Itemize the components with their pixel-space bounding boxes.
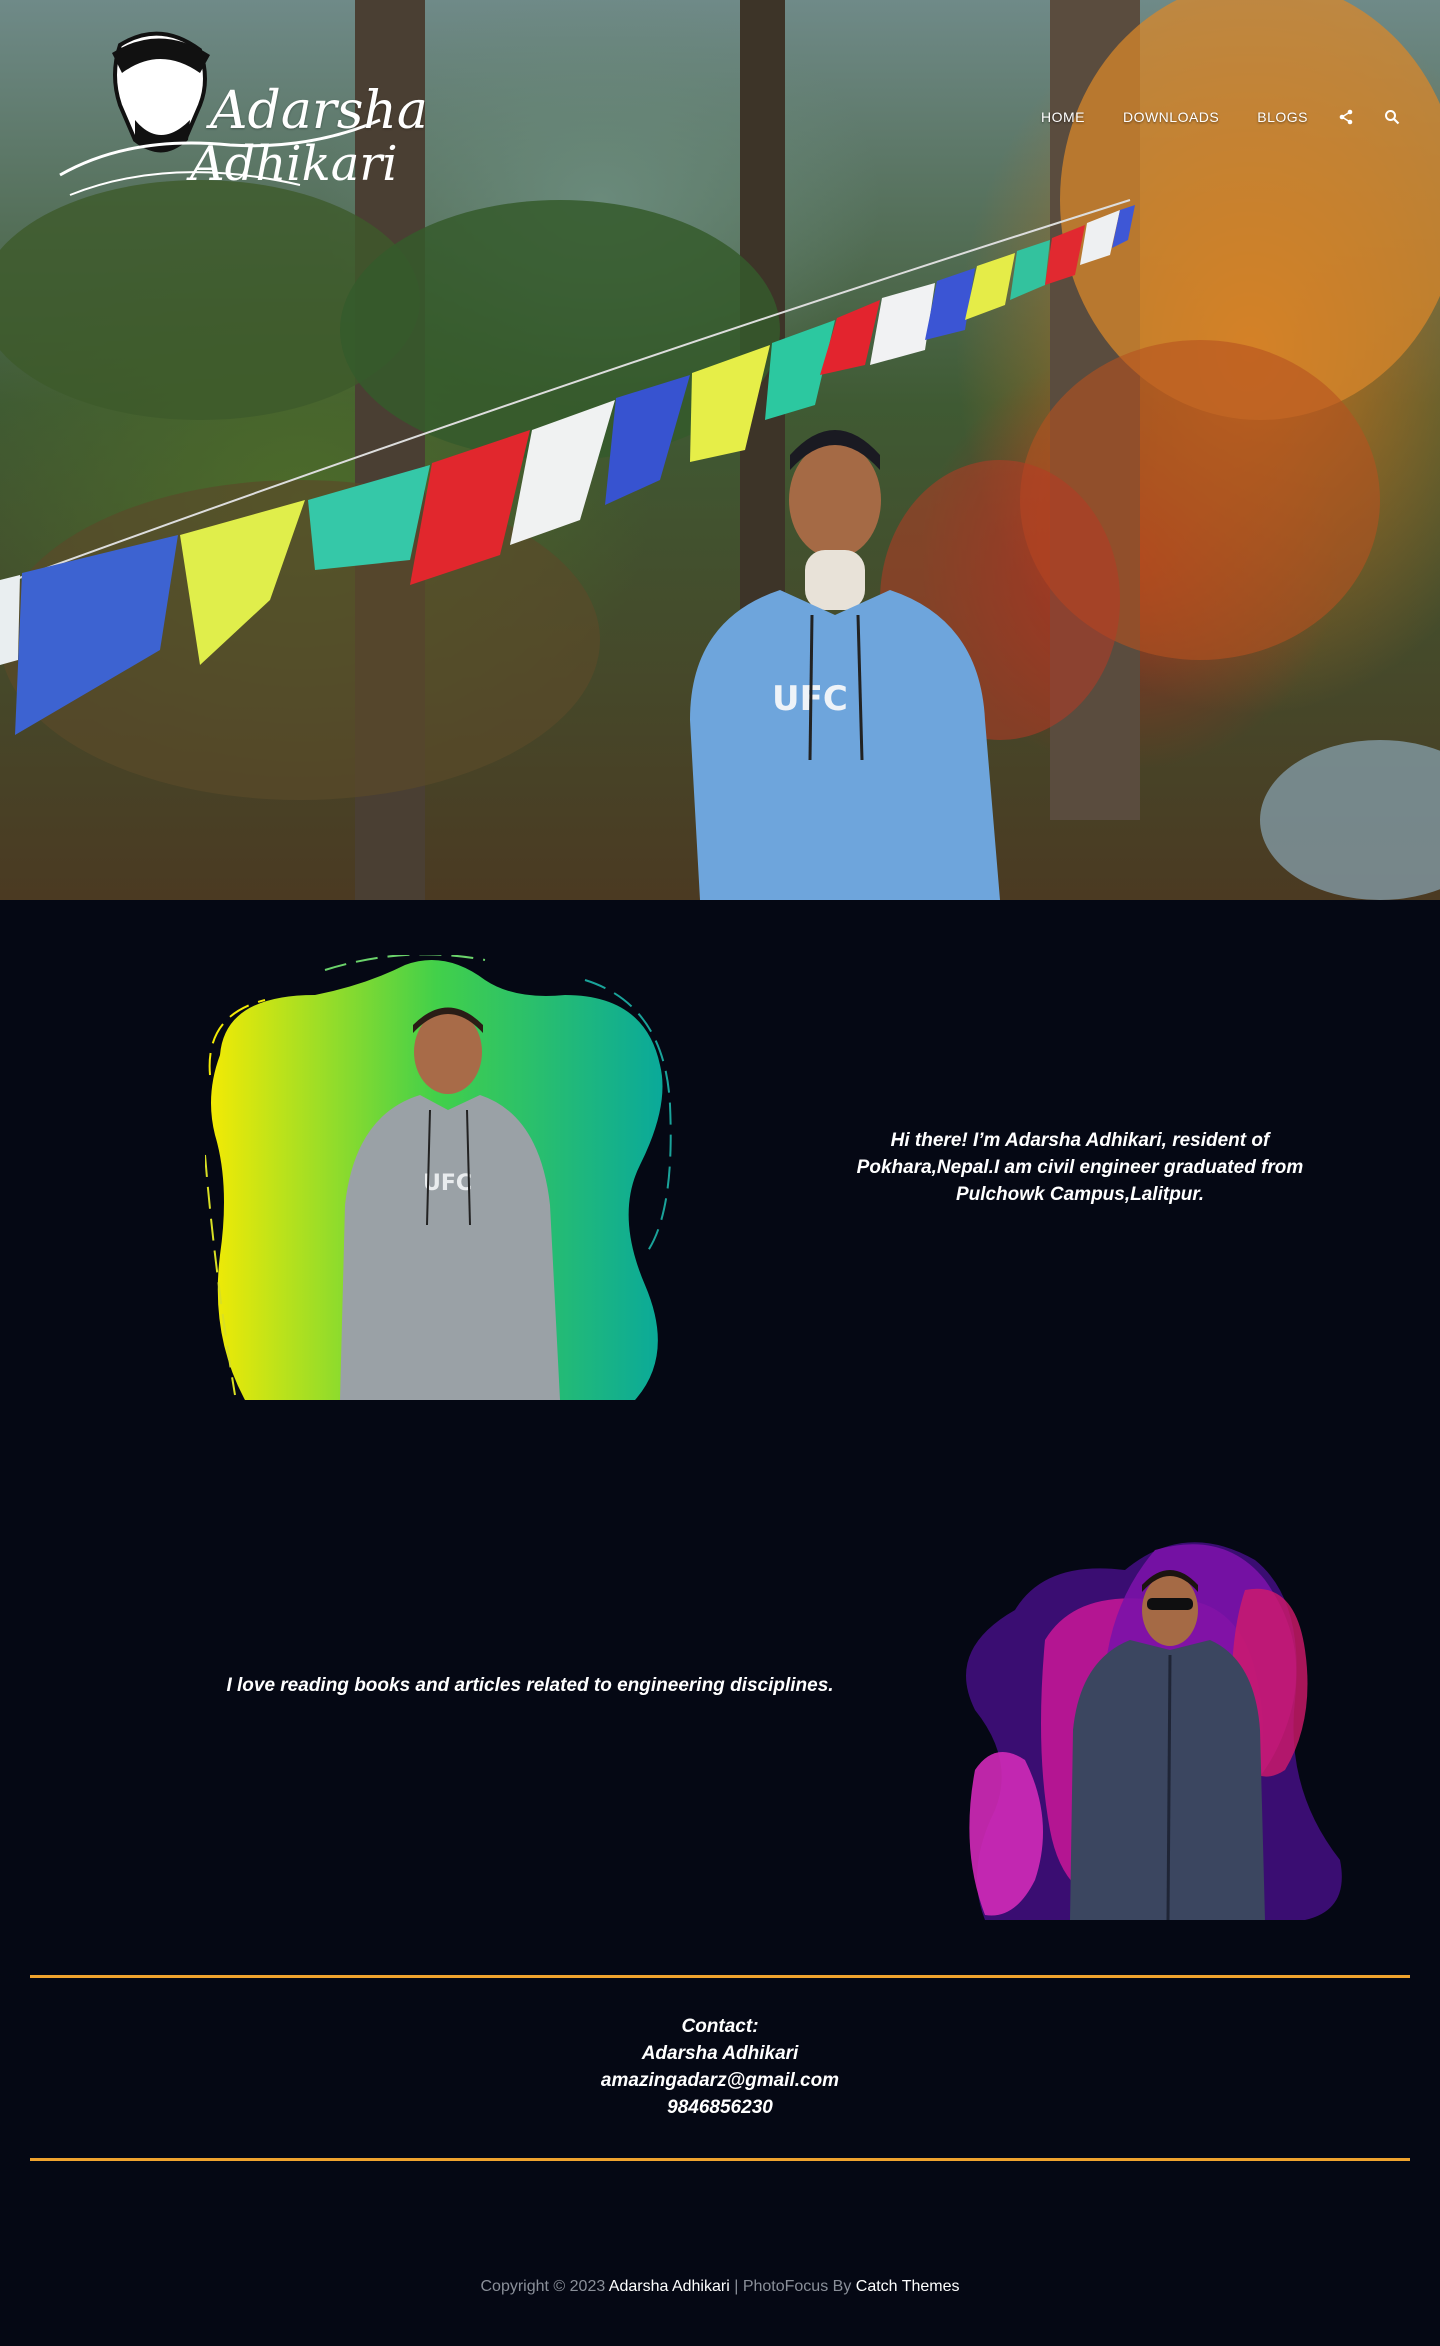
copyright-prefix: Copyright © 2023 (480, 2278, 609, 2295)
logo-line-2: Adhikari (190, 136, 398, 192)
portrait-purple-blob (966, 1542, 1342, 1920)
divider-bottom (30, 2158, 1410, 2161)
site-footer: Copyright © 2023 Adarsha Adhikari | Phot… (0, 2278, 1440, 2296)
contact-phone[interactable]: 9846856230 (420, 2094, 1020, 2121)
main-navigation: HOME DOWNLOADS BLOGS (1003, 105, 1400, 129)
contact-block: Contact: Adarsha Adhikari amazingadarz@g… (420, 2013, 1020, 2121)
svg-text:UFC: UFC (423, 1171, 472, 1196)
divider-top (30, 1975, 1410, 1978)
contact-heading: Contact: (681, 2016, 759, 2037)
nav-blogs[interactable]: BLOGS (1257, 109, 1308, 125)
intro-paragraph: Hi there! I’m Adarsha Adhikari, resident… (856, 1130, 1304, 1205)
nav-downloads[interactable]: DOWNLOADS (1123, 109, 1219, 125)
contact-email[interactable]: amazingadarz@gmail.com (420, 2067, 1020, 2094)
portrait-green-blob: UFC (205, 955, 672, 1400)
nav-home[interactable]: HOME (1041, 109, 1085, 125)
site-logo[interactable]: Adarsha Adhikari (50, 25, 428, 215)
hero-banner: UFC Adarsha Adhikari HOME DOWNLOADS BLOG… (0, 0, 1440, 900)
search-icon[interactable] (1384, 109, 1400, 125)
contact-name: Adarsha Adhikari (641, 2043, 799, 2064)
footer-theme-link[interactable]: Catch Themes (856, 2278, 960, 2295)
hobby-paragraph: I love reading books and articles relate… (226, 1675, 834, 1696)
footer-credit-text: | PhotoFocus By (729, 2278, 856, 2295)
footer-owner-link[interactable]: Adarsha Adhikari (609, 2278, 730, 2295)
share-icon[interactable] (1338, 109, 1354, 125)
logo-line-1: Adarsha (210, 81, 428, 141)
